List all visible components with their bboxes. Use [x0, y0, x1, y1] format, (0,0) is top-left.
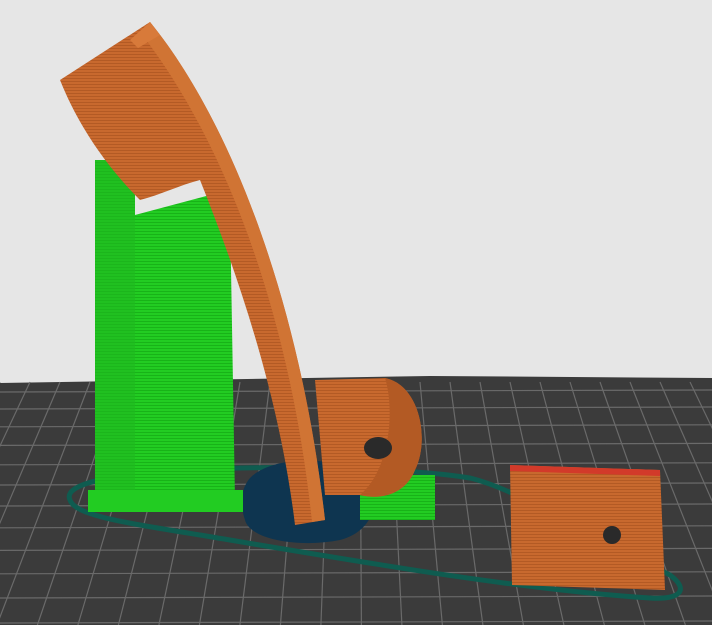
hinge-block: [315, 378, 422, 497]
3d-viewport[interactable]: [0, 0, 712, 625]
hinge-hole: [364, 437, 392, 459]
plate-hole: [603, 526, 621, 544]
flat-plate: [510, 465, 665, 590]
